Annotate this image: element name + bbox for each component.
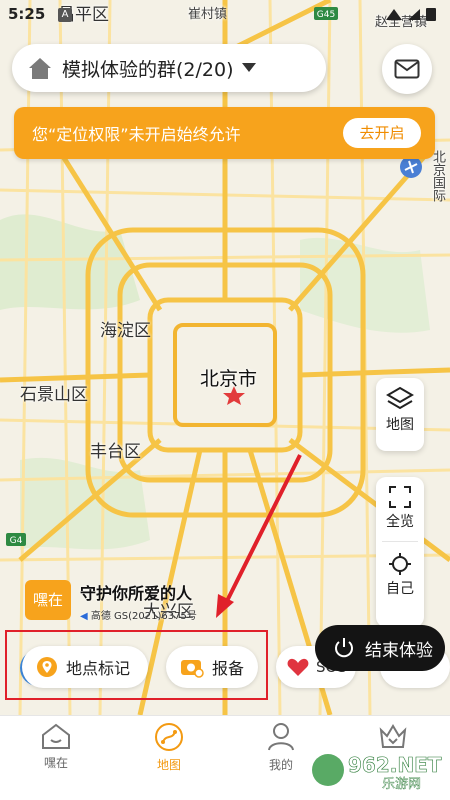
locate-me-button[interactable]: 自己	[386, 552, 414, 598]
crosshair-icon	[389, 553, 411, 575]
map-controls: 全览 自己	[376, 477, 424, 627]
message-button[interactable]	[382, 44, 432, 94]
notification-badge: A	[58, 8, 72, 22]
group-title: 模拟体验的群(2/20)	[62, 58, 234, 81]
fullscreen-icon	[389, 486, 411, 508]
svg-text:乐游网: 乐游网	[382, 777, 421, 792]
end-trial-label: 结束体验	[365, 640, 433, 661]
map-credit-text: 高德 GS(2021)6375号	[90, 611, 197, 622]
heart-icon	[287, 658, 309, 676]
map-credit-arrow-icon: ◀	[80, 611, 91, 622]
layers-button[interactable]: 地图	[376, 378, 424, 451]
permission-banner-text: 您“定位权限”未开启始终允许	[32, 125, 241, 144]
svg-text:962.NET: 962.NET	[348, 753, 442, 777]
house-icon	[42, 723, 70, 749]
tab-map-label: 地图	[156, 758, 181, 772]
overview-button[interactable]: 全览	[386, 485, 414, 531]
map-label-fengtai: 丰台区	[90, 442, 141, 462]
home-icon	[29, 58, 51, 79]
tab-profile-label: 我的	[268, 758, 293, 772]
app-logo: 嘿在	[25, 580, 71, 620]
overview-label: 全览	[386, 514, 414, 530]
map-label-beijing: 北京市	[200, 368, 258, 390]
map-credit: ◀ 高德 GS(2021)6375号	[80, 607, 197, 622]
locate-label: 自己	[386, 581, 414, 597]
layers-label: 地图	[386, 417, 414, 433]
tab-heizai[interactable]: 嘿在	[11, 722, 101, 771]
annotation-frame	[5, 630, 268, 700]
g4-shield: G4	[10, 536, 23, 546]
divider	[382, 541, 418, 542]
chevron-down-icon	[241, 63, 256, 72]
map-label-shijingshan: 石景山区	[20, 385, 88, 405]
tab-vip[interactable]	[348, 722, 438, 750]
group-selector[interactable]: 模拟体验的群(2/20)	[12, 44, 326, 92]
watermark: 962.NET 乐游网	[310, 748, 445, 792]
crown-icon	[379, 724, 407, 748]
map-label-haidian: 海淀区	[100, 321, 151, 341]
status-time: 5:25	[8, 5, 46, 23]
permission-banner: 您“定位权限”未开启始终允许 去开启	[14, 107, 435, 159]
signal-battery-icon	[386, 8, 436, 21]
map-icon	[155, 723, 183, 751]
person-icon	[268, 723, 294, 751]
end-trial-button[interactable]: 结束体验	[315, 625, 445, 671]
tab-heizai-label: 嘿在	[43, 756, 68, 770]
layers-icon	[386, 386, 414, 410]
status-bar: 5:25 A	[0, 0, 450, 28]
map-label-airport: 北京国际	[430, 150, 445, 202]
mail-icon	[394, 59, 420, 79]
power-icon	[335, 638, 353, 658]
enable-permission-button[interactable]: 去开启	[343, 118, 421, 148]
tab-map[interactable]: 地图	[124, 722, 214, 773]
app-tagline: 守护你所爱的人	[80, 584, 193, 603]
watermark-logo: 962.NET 乐游网	[312, 753, 442, 792]
